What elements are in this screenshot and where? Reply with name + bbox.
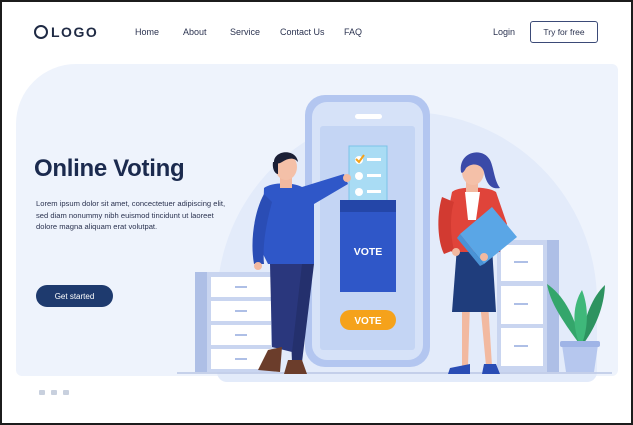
ballot-paper (348, 145, 388, 209)
vote-button[interactable]: VOTE (340, 310, 396, 330)
right-filing-cabinet (497, 240, 559, 372)
ballot-box: VOTE (340, 200, 396, 292)
left-filing-cabinet (195, 272, 275, 372)
ballot-box-label: VOTE (354, 246, 383, 258)
voting-illustration: VOTE VOTE (177, 95, 612, 374)
landing-page: LOGO Home About Service Contact Us FAQ L… (0, 0, 633, 425)
vote-button-label: VOTE (354, 316, 382, 327)
